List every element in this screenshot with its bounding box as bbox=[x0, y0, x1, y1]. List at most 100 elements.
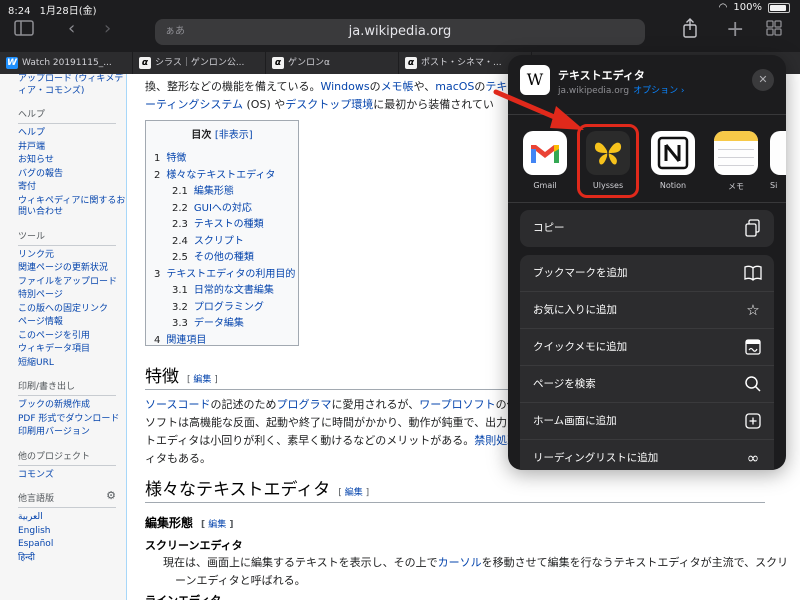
sidebar-link[interactable]: 短縮URL bbox=[18, 358, 126, 370]
url-text: ja.wikipedia.org bbox=[348, 24, 452, 39]
action-label: リーディングリストに追加 bbox=[533, 452, 659, 464]
toc-label: テキストエディタの利用目的 bbox=[166, 268, 296, 280]
quick-note-action[interactable]: クイックメモに追加 bbox=[520, 329, 774, 366]
sidebar-heading: 他言語版 ⚙ bbox=[18, 489, 116, 508]
add-square-icon bbox=[744, 412, 762, 430]
sidebar-link[interactable]: ブックの新規作成 bbox=[18, 400, 126, 412]
edit-label[interactable]: 編集 bbox=[208, 520, 226, 530]
share-icon[interactable] bbox=[682, 18, 698, 43]
sidebar-link[interactable]: हिन्दी bbox=[18, 553, 126, 565]
sidebar-link[interactable]: ウィキデータ項目 bbox=[18, 344, 126, 356]
app-partial[interactable]: Si bbox=[770, 131, 786, 190]
new-tab-icon[interactable]: + bbox=[726, 17, 744, 42]
sidebar-link[interactable]: ファイルをアップロード bbox=[18, 277, 126, 289]
forward-icon[interactable]: › bbox=[104, 18, 111, 39]
toc-label: 関連項目 bbox=[166, 334, 207, 346]
sidebar-link[interactable]: このページを引用 bbox=[18, 331, 126, 343]
add-bookmark-action[interactable]: ブックマークを追加 bbox=[520, 255, 774, 292]
article-link[interactable]: カーソル bbox=[438, 556, 482, 569]
article-link[interactable]: ーティングシステム bbox=[145, 98, 243, 111]
toc-entry[interactable]: 2.5 その他の種類 bbox=[154, 250, 290, 267]
screen-editor-line: ーンエディタと呼ばれる。 bbox=[175, 574, 306, 587]
sidebar-link[interactable]: リンク元 bbox=[18, 250, 126, 262]
article-link[interactable]: ワープロソフト bbox=[419, 398, 495, 411]
close-icon[interactable]: ✕ bbox=[752, 69, 774, 91]
action-label: クイックメモに追加 bbox=[533, 341, 628, 353]
sidebar-link[interactable]: 関連ページの更新状況 bbox=[18, 263, 126, 275]
share-subtitle: ja.wikipedia.org オプション › bbox=[558, 83, 685, 96]
options-button[interactable]: オプション › bbox=[633, 86, 684, 96]
toc-label: 特徴 bbox=[166, 153, 187, 164]
toc-entry[interactable]: 2.1 編集形態 bbox=[154, 184, 290, 201]
status-date: 1月28日(金) bbox=[39, 6, 97, 17]
sidebar-link[interactable]: ページ情報 bbox=[18, 317, 126, 329]
tab-label: シラス｜ゲンロン公... bbox=[155, 58, 245, 68]
toc-entry[interactable]: 4 関連項目 bbox=[154, 333, 290, 350]
sidebar-link[interactable]: お知らせ bbox=[18, 155, 126, 167]
sidebar-link[interactable]: ヘルプ bbox=[18, 128, 126, 140]
app-memo[interactable]: メモ bbox=[711, 131, 761, 192]
toc-entry[interactable]: 2.3 テキストの種類 bbox=[154, 217, 290, 234]
toc-list: 1 特徴 2 様々なテキストエディタ 2.1 編集形態 2.2 GUIへの対応 2.3 テキストの… bbox=[154, 151, 295, 350]
toc-entry[interactable]: 3.3 データ編集 bbox=[154, 316, 290, 333]
article-link[interactable]: デスクトップ環境 bbox=[285, 98, 373, 111]
edit-label[interactable]: 編集 bbox=[345, 488, 363, 498]
sidebar-link[interactable]: ウィキペディアに関するお問い合わせ bbox=[18, 196, 126, 219]
add-favorite-action[interactable]: お気に入りに追加 ☆ bbox=[520, 292, 774, 329]
back-icon[interactable]: ‹ bbox=[68, 18, 75, 39]
find-on-page-action[interactable]: ページを検索 bbox=[520, 366, 774, 403]
copy-action[interactable]: コピー bbox=[520, 210, 774, 247]
sidebar-link[interactable]: 井戸端 bbox=[18, 142, 126, 154]
article-link[interactable]: macOS bbox=[435, 80, 474, 93]
toc-entry[interactable]: 1 特徴 bbox=[154, 151, 290, 168]
sidebar-link[interactable]: English bbox=[18, 526, 126, 538]
sidebar-link[interactable]: PDF 形式でダウンロード bbox=[18, 414, 126, 426]
add-to-home-action[interactable]: ホーム画面に追加 bbox=[520, 403, 774, 440]
toc-entry[interactable]: 2 様々なテキストエディタ bbox=[154, 168, 290, 185]
article-link[interactable]: Windows bbox=[320, 80, 369, 93]
toc-number: 2.3 bbox=[172, 219, 188, 230]
article-link[interactable]: ソースコード bbox=[145, 398, 210, 411]
toc-hide-link[interactable]: [非表示] bbox=[215, 130, 253, 141]
edit-link[interactable]: [ 編集 ] bbox=[201, 520, 234, 530]
sidebar-link[interactable]: Español bbox=[18, 539, 126, 551]
toc-entry[interactable]: 3.1 日常的な文書編集 bbox=[154, 283, 290, 300]
app-notion[interactable]: Notion bbox=[648, 131, 698, 190]
edit-link[interactable]: [ 編集 ] bbox=[338, 488, 369, 498]
share-app-row: Gmail Ulysses Notion メモ Si bbox=[508, 115, 786, 203]
toc-entry[interactable]: 3 テキストエディタの利用目的 bbox=[154, 267, 295, 284]
reading-list-action[interactable]: リーディングリストに追加 ∞ bbox=[520, 440, 774, 470]
action-label: ページを検索 bbox=[533, 378, 596, 390]
tab-overview-icon[interactable] bbox=[766, 20, 782, 41]
tab-1[interactable]: α シラス｜ゲンロン公... bbox=[133, 52, 266, 74]
subsection-heading: 編集形態 [ 編集 ] bbox=[145, 514, 234, 534]
toc-entry[interactable]: 3.2 プログラミング bbox=[154, 300, 290, 317]
sidebar-link[interactable]: アップロード (ウィキメディア・コモンズ) bbox=[18, 74, 126, 97]
edit-link[interactable]: [ 編集 ] bbox=[187, 375, 218, 385]
subsubsection-heading: スクリーンエディタ bbox=[145, 539, 243, 552]
sidebar-link[interactable]: この版への固定リンク bbox=[18, 304, 126, 316]
toc-entry[interactable]: 2.2 GUIへの対応 bbox=[154, 201, 290, 218]
tab-0[interactable]: W Watch 20191115_... bbox=[0, 52, 133, 74]
wiki-sidebar: アップロード (ウィキメディア・コモンズ) ヘルプ ヘルプ 井戸端 お知らせ バ… bbox=[0, 74, 127, 600]
sidebar-link[interactable]: コモンズ bbox=[18, 470, 126, 482]
heading-text: 編集形態 bbox=[145, 516, 194, 530]
sidebar-link[interactable]: 寄付 bbox=[18, 182, 126, 194]
sidebar-link[interactable]: 印刷用バージョン bbox=[18, 427, 126, 439]
sidebar-link[interactable]: العربية bbox=[18, 512, 126, 524]
article-link[interactable]: メモ帳 bbox=[381, 80, 414, 93]
article-link[interactable]: プログラマ bbox=[276, 398, 331, 411]
page-settings-button[interactable]: ぁあ bbox=[165, 19, 185, 45]
sidebar-toggle-icon[interactable] bbox=[14, 20, 34, 41]
toc-number: 2.4 bbox=[172, 235, 188, 247]
sidebar-link[interactable]: 特別ページ bbox=[18, 290, 126, 302]
app-icon bbox=[770, 131, 786, 175]
app-gmail[interactable]: Gmail bbox=[520, 131, 570, 190]
address-bar[interactable]: ぁあ ja.wikipedia.org bbox=[155, 19, 645, 45]
sidebar-link[interactable]: バグの報告 bbox=[18, 169, 126, 181]
toc-entry[interactable]: 2.4 スクリプト bbox=[154, 234, 290, 251]
tab-2[interactable]: α ゲンロンα bbox=[266, 52, 399, 74]
edit-label[interactable]: 編集 bbox=[193, 375, 211, 385]
gear-icon[interactable]: ⚙ bbox=[106, 489, 116, 502]
heading-text: 特徴 bbox=[145, 367, 179, 387]
